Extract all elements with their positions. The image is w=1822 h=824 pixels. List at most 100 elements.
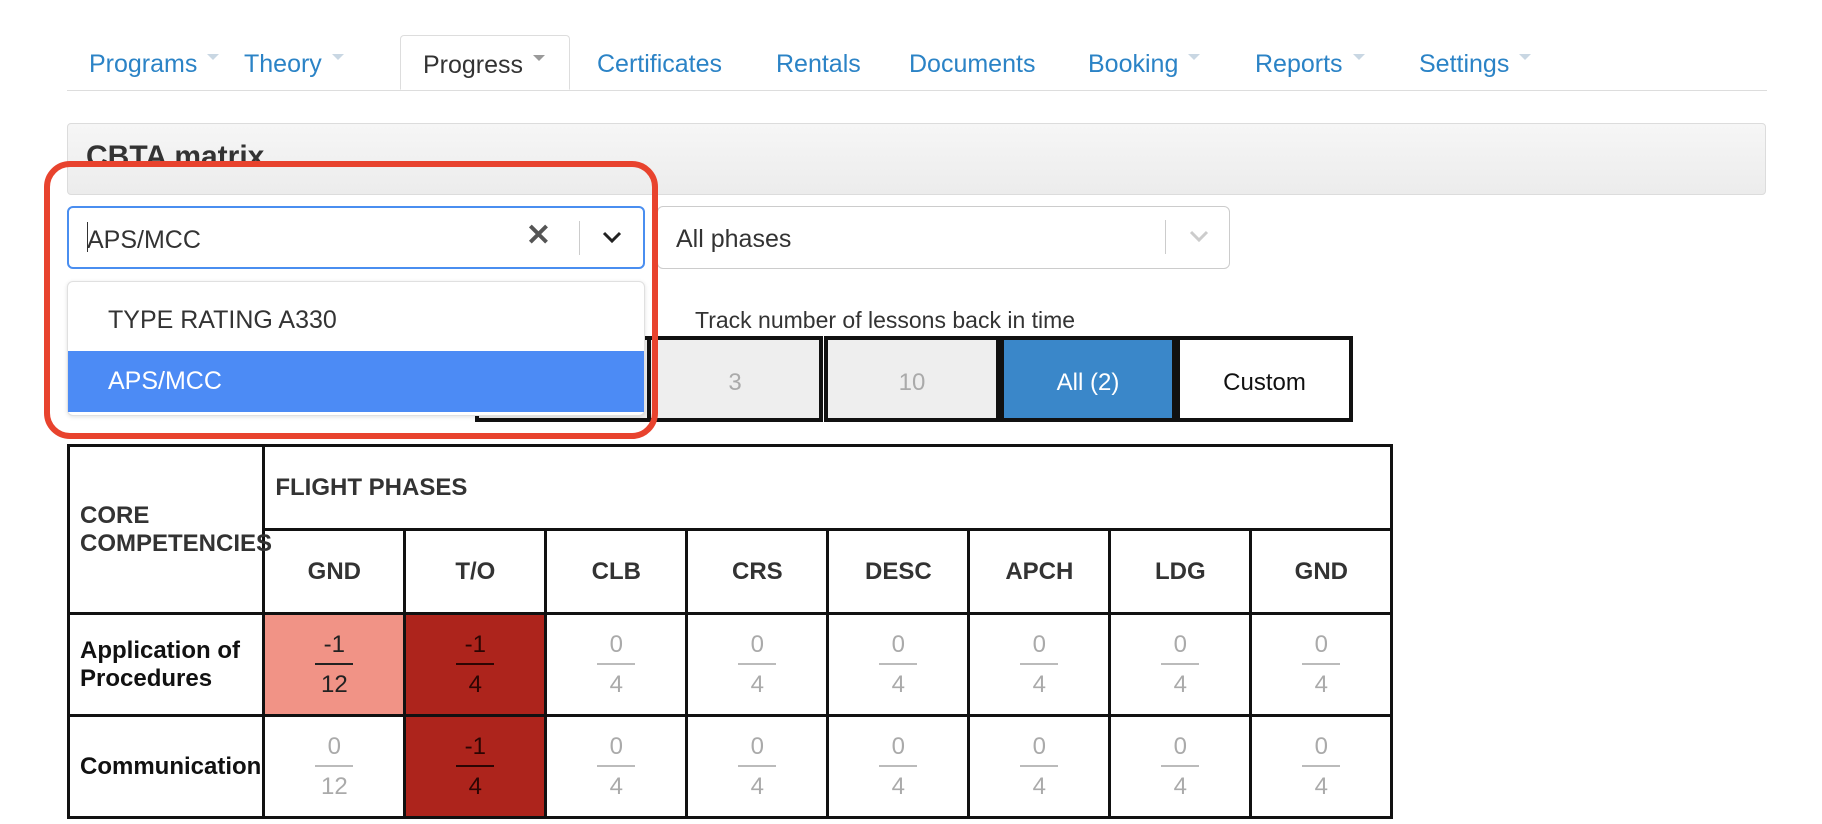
tab-label: Reports — [1255, 50, 1343, 78]
lesson-count: 4 — [891, 670, 906, 698]
lesson-count: 4 — [750, 670, 765, 698]
score-cell[interactable]: 04 — [1108, 714, 1253, 819]
score-value: 0 — [891, 732, 906, 760]
tab-settings[interactable]: Settings — [1419, 35, 1532, 89]
score-cell[interactable]: -1 4 — [403, 714, 548, 819]
score-fraction: 04 — [1302, 630, 1341, 698]
phase-select-value: All phases — [676, 225, 792, 253]
tab-certificates[interactable]: Certificates — [597, 35, 722, 89]
lesson-count: 4 — [1314, 772, 1329, 800]
button-label: Custom — [1223, 369, 1306, 396]
track-label: Track number of lessons back in time — [695, 307, 1076, 333]
track-10-button[interactable]: 10 — [824, 336, 1000, 422]
tab-label: Theory — [244, 50, 322, 78]
score-fraction: 04 — [879, 732, 918, 800]
score-value: -1 — [464, 630, 487, 658]
score-value: 0 — [1314, 732, 1329, 760]
caret-down-icon — [207, 54, 220, 61]
score-cell[interactable]: 04 — [685, 714, 830, 819]
score-fraction: -1 4 — [456, 734, 495, 800]
score-value: 0 — [1173, 630, 1188, 658]
tab-label: Progress — [423, 51, 524, 79]
tab-documents[interactable]: Documents — [909, 35, 1035, 89]
flight-phases-header: FLIGHT PHASES — [262, 444, 1394, 531]
score-cell[interactable]: 04 — [1249, 714, 1394, 819]
lesson-count: 4 — [609, 772, 624, 800]
score-value: 0 — [1314, 630, 1329, 658]
score-fraction: -1 12 — [315, 630, 354, 698]
score-value: 0 — [1032, 732, 1047, 760]
score-fraction: 04 — [1020, 632, 1059, 697]
score-value: 0 — [1173, 732, 1188, 760]
score-fraction: 04 — [1161, 630, 1200, 698]
tab-label: Booking — [1088, 50, 1179, 78]
score-cell[interactable]: 04 — [1249, 612, 1394, 717]
score-fraction: 04 — [1302, 732, 1341, 800]
lesson-count: 4 — [468, 670, 483, 698]
tab-label: Documents — [909, 50, 1036, 78]
caret-down-icon — [533, 55, 546, 62]
score-value: 0 — [609, 732, 624, 760]
lesson-count: 12 — [320, 670, 348, 698]
lesson-count: 4 — [1173, 670, 1188, 698]
score-value: 0 — [609, 630, 624, 658]
tab-theory[interactable]: Theory — [244, 35, 344, 89]
phase-header: CRS — [685, 528, 830, 615]
tab-progress[interactable]: Progress — [400, 35, 570, 90]
score-cell[interactable]: 04 — [544, 714, 689, 819]
competency-label: Communication — [66, 714, 266, 819]
core-competencies-header: CORE COMPETENCIES — [66, 444, 272, 615]
cbta-matrix: CORE COMPETENCIES FLIGHT PHASES GND T/O … — [66, 444, 1394, 819]
score-cell[interactable]: 04 — [967, 612, 1112, 717]
score-fraction: 04 — [1020, 732, 1059, 800]
button-label: 10 — [898, 369, 926, 396]
score-value: -1 — [323, 630, 346, 658]
score-fraction: 04 — [1161, 732, 1200, 800]
button-label: 3 — [728, 369, 742, 396]
lesson-count: 4 — [1173, 772, 1188, 800]
phase-header: CLB — [544, 528, 689, 615]
score-fraction: 04 — [879, 632, 918, 698]
phase-header: T/O — [403, 528, 548, 615]
caret-down-icon — [1352, 54, 1365, 61]
tab-rentals[interactable]: Rentals — [776, 35, 861, 89]
phase-select[interactable]: All phases — [657, 206, 1230, 269]
score-cell[interactable]: 04 — [967, 714, 1112, 819]
phase-header: APCH — [967, 528, 1112, 615]
score-cell[interactable]: 04 — [826, 714, 971, 819]
caret-down-icon — [1519, 54, 1532, 61]
track-custom-button[interactable]: Custom — [1176, 336, 1353, 422]
score-fraction: 04 — [738, 630, 777, 698]
score-fraction: 04 — [738, 734, 777, 800]
score-cell[interactable]: 04 — [544, 612, 689, 717]
tab-programs[interactable]: Programs — [89, 35, 220, 89]
score-fraction: 0 12 — [315, 734, 354, 799]
track-3-button[interactable]: 3 — [647, 336, 823, 422]
score-cell[interactable]: 0 12 — [262, 714, 407, 819]
lesson-count: 4 — [468, 772, 483, 800]
chevron-down-icon[interactable] — [1186, 223, 1212, 249]
phase-header: LDG — [1108, 528, 1253, 615]
select-separator — [1165, 220, 1166, 254]
tab-reports[interactable]: Reports — [1255, 35, 1365, 89]
lesson-count: 4 — [750, 772, 765, 800]
lesson-count: 4 — [1032, 772, 1047, 800]
tab-label: Settings — [1419, 50, 1510, 78]
competency-label: Application of Procedures — [66, 612, 266, 717]
score-cell[interactable]: 04 — [685, 612, 830, 717]
score-cell[interactable]: 04 — [1108, 612, 1253, 717]
score-cell[interactable]: -1 4 — [403, 612, 548, 717]
lesson-count: 4 — [891, 772, 906, 800]
annotation-highlight — [44, 161, 658, 439]
button-label: All (2) — [1056, 369, 1120, 396]
track-all-button[interactable]: All (2) — [1000, 336, 1176, 422]
phase-header: DESC — [826, 528, 971, 615]
lesson-count: 4 — [1314, 670, 1329, 698]
score-value: 0 — [750, 630, 765, 658]
score-fraction: 04 — [597, 630, 636, 697]
score-cell[interactable]: 04 — [826, 612, 971, 717]
table-row: Application of Procedures -1 12 -1 4 0 4 0 4 0 4 0… — [66, 612, 1394, 717]
score-cell[interactable]: -1 12 — [262, 612, 407, 717]
tab-booking[interactable]: Booking — [1088, 35, 1201, 89]
phase-header: GND — [1249, 528, 1394, 615]
